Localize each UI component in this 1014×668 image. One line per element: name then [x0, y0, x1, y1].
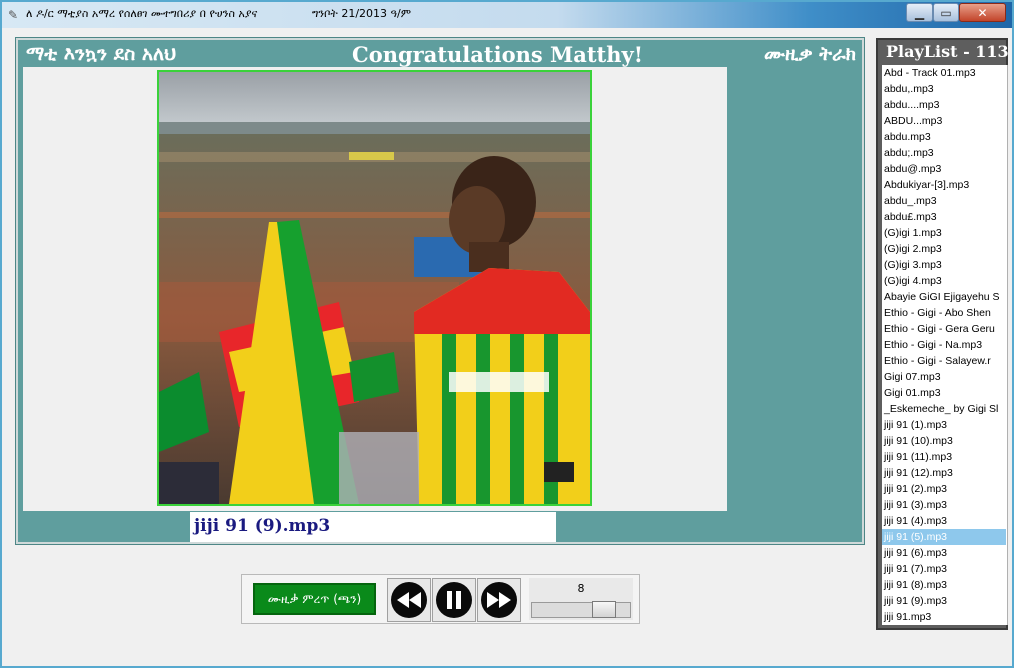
- playlist-item[interactable]: jiji 91 (12).mp3: [882, 465, 1006, 481]
- playlist-scrollbar[interactable]: [1007, 65, 1008, 625]
- title-bar[interactable]: ✎ ለ ዶ/ር ማቲያስ አማረ የሰለፀገ ሙተግበሪያ በ ዮሀንስ አያና…: [2, 2, 1012, 28]
- volume-slider-track[interactable]: [531, 602, 631, 618]
- window-date: ግንቦት 21/2013 ዓ/ም: [312, 7, 412, 20]
- close-icon: ✕: [977, 5, 988, 20]
- playlist-item[interactable]: Ethio - Gigi - Gera Geru: [882, 321, 1006, 337]
- greeting-amharic: ማቲ እንኳን ደስ አለህ: [26, 43, 177, 65]
- volume-value: 8: [577, 582, 585, 595]
- playlist-item[interactable]: jiji 91 (8).mp3: [882, 577, 1006, 593]
- playlist-item[interactable]: jiji 91 (7).mp3: [882, 561, 1006, 577]
- playlist-item[interactable]: jiji 91 (4).mp3: [882, 513, 1006, 529]
- playlist-panel: PlayList - 113 Abd - Track 01.mp3 abdu,.m…: [876, 38, 1009, 630]
- photo-area: [23, 67, 727, 511]
- playlist-item[interactable]: abdu,.mp3: [882, 81, 1006, 97]
- playlist-item[interactable]: abdu@.mp3: [882, 161, 1006, 177]
- maximize-icon: ▭: [940, 5, 952, 20]
- cover-photo: [157, 70, 592, 506]
- playlist-item[interactable]: (G)igi 3.mp3: [882, 257, 1006, 273]
- playlist-item[interactable]: Abayie GiGI Ejigayehu S: [882, 289, 1006, 305]
- minimize-button[interactable]: ▁: [906, 3, 933, 22]
- playlist-item[interactable]: abdu....mp3: [882, 97, 1006, 113]
- playlist-item[interactable]: abdu;.mp3: [882, 145, 1006, 161]
- maximize-button[interactable]: ▭: [933, 3, 959, 22]
- player-panel: ማቲ እንኳን ደስ አለህ Congratulations Matthy! ሙ…: [15, 37, 865, 545]
- playlist-item[interactable]: jiji 91 (10).mp3: [882, 433, 1006, 449]
- playlist-item[interactable]: jiji 91 (1).mp3: [882, 417, 1006, 433]
- minimize-icon: ▁: [914, 5, 925, 20]
- pause-icon: [436, 582, 472, 618]
- playlist-title: PlayList - 113: [886, 42, 1009, 61]
- playlist-item[interactable]: jiji 91 (2).mp3: [882, 481, 1006, 497]
- playlist-item[interactable]: Abdukiyar-[3].mp3: [882, 177, 1006, 193]
- playlist-item[interactable]: Ethio - Gigi - Salayew.r: [882, 353, 1006, 369]
- now-playing-title: jiji 91 (9).mp3: [190, 512, 556, 542]
- playlist-item[interactable]: jiji 91 (3).mp3: [882, 497, 1006, 513]
- rewind-icon: [391, 582, 427, 618]
- playlist-item[interactable]: _Eskemeche_ by Gigi Sl: [882, 401, 1006, 417]
- playlist-item[interactable]: Abd - Track 01.mp3: [882, 65, 1006, 81]
- music-track-label: ሙዚቃ ትራክ: [763, 43, 856, 65]
- playlist-item[interactable]: abdu_.mp3: [882, 193, 1006, 209]
- fast-forward-icon: [481, 582, 517, 618]
- choose-music-button[interactable]: ሙዚቃ ምረጥ (ጫን): [253, 583, 376, 615]
- playlist-item[interactable]: jiji 91.mp3: [882, 609, 1006, 625]
- rewind-button[interactable]: [387, 578, 431, 622]
- playlist-item[interactable]: (G)igi 4.mp3: [882, 273, 1006, 289]
- player-controls: ሙዚቃ ምረጥ (ጫን) 8: [241, 574, 640, 624]
- playlist-item[interactable]: abdu£.mp3: [882, 209, 1006, 225]
- close-button[interactable]: ✕: [959, 3, 1006, 22]
- playlist-item[interactable]: (G)igi 2.mp3: [882, 241, 1006, 257]
- playlist-item[interactable]: Gigi 07.mp3: [882, 369, 1006, 385]
- playlist-item[interactable]: jiji 91 (5).mp3: [882, 529, 1006, 545]
- playlist-item[interactable]: abdu.mp3: [882, 129, 1006, 145]
- app-window: ✎ ለ ዶ/ር ማቲያስ አማረ የሰለፀገ ሙተግበሪያ በ ዮሀንስ አያና…: [0, 0, 1014, 668]
- playlist-item[interactable]: Ethio - Gigi - Abo Shen: [882, 305, 1006, 321]
- volume-slider-thumb[interactable]: [592, 601, 616, 618]
- congratulations-title: Congratulations Matthy!: [352, 42, 643, 67]
- volume-control: 8: [529, 578, 633, 620]
- fast-forward-button[interactable]: [477, 578, 521, 622]
- playlist-item[interactable]: ABDU...mp3: [882, 113, 1006, 129]
- feather-icon: ✎: [8, 8, 19, 22]
- playlist-item[interactable]: Ethio - Gigi - Na.mp3: [882, 337, 1006, 353]
- playlist-item[interactable]: jiji 91 (9).mp3: [882, 593, 1006, 609]
- playlist-list[interactable]: Abd - Track 01.mp3 abdu,.mp3 abdu....mp3 AB…: [882, 65, 1008, 625]
- playlist-item[interactable]: jiji 91 (6).mp3: [882, 545, 1006, 561]
- window-title: ለ ዶ/ር ማቲያስ አማረ የሰለፀገ ሙተግበሪያ በ ዮሀንስ አያና: [26, 7, 258, 20]
- playlist-item[interactable]: jiji 91 (11).mp3: [882, 449, 1006, 465]
- playlist-item[interactable]: Gigi 01.mp3: [882, 385, 1006, 401]
- playlist-item[interactable]: (G)igi 1.mp3: [882, 225, 1006, 241]
- pause-button[interactable]: [432, 578, 476, 622]
